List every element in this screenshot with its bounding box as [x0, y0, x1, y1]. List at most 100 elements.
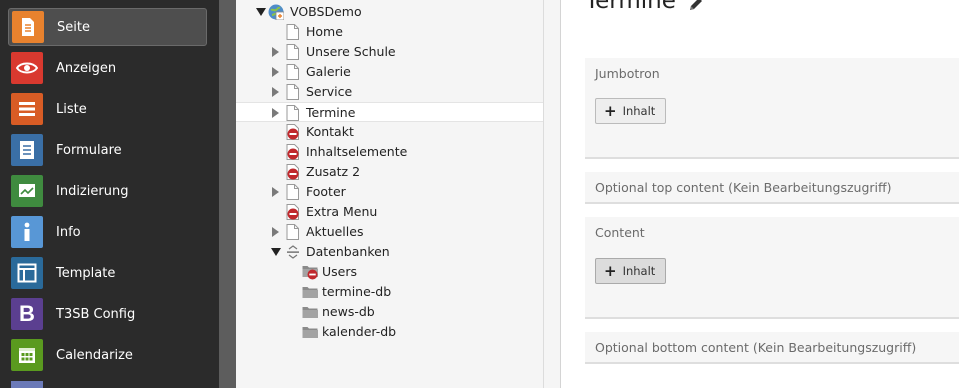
tree-node[interactable]: news-db — [236, 302, 543, 322]
tree-node-label: Footer — [306, 184, 346, 199]
template-icon — [11, 257, 43, 289]
bootstrap-icon: B — [11, 298, 43, 330]
tree-node-label: Inhaltselemente — [306, 144, 408, 159]
page-icon — [286, 184, 300, 200]
tree-node[interactable]: Footer — [236, 182, 543, 202]
module-label: Template — [56, 265, 116, 281]
tree-node-label: Kontakt — [306, 124, 354, 139]
tree-node[interactable]: Termine — [236, 102, 543, 122]
module-info[interactable]: Info — [8, 213, 207, 251]
page-icon — [286, 84, 300, 100]
tree-node-label: termine-db — [322, 284, 392, 299]
column-title: Optional bottom content (Kein Bearbeitun… — [595, 340, 917, 355]
tree-node-label: Aktuelles — [306, 224, 364, 239]
module-label: Info — [56, 224, 81, 240]
separator-icon — [286, 244, 300, 260]
tree-node[interactable]: Datenbanken — [236, 242, 543, 262]
hidden-page-icon — [286, 164, 300, 180]
module-label: Formulare — [56, 142, 122, 158]
expand-toggle[interactable] — [272, 87, 279, 97]
module-label: T3SB Config — [56, 306, 136, 322]
tree-node-label: Galerie — [306, 64, 351, 79]
page-title: Termine — [585, 0, 676, 14]
module-menu: Seite Anzeigen Liste Formulare Indizieru… — [0, 0, 219, 388]
tree-node[interactable]: Home — [236, 22, 543, 42]
site-root-icon — [268, 4, 285, 21]
expand-toggle[interactable] — [272, 47, 279, 57]
expand-toggle[interactable] — [272, 187, 279, 197]
tree-node-label: kalender-db — [322, 324, 397, 339]
page-icon — [12, 11, 44, 43]
pencil-icon[interactable] — [688, 0, 704, 12]
hidden-folder-icon — [302, 264, 318, 280]
module-calendarize[interactable]: Calendarize — [8, 336, 207, 374]
tree-node-label: Unsere Schule — [306, 44, 396, 59]
tree-node[interactable]: Unsere Schule — [236, 42, 543, 62]
tree-node[interactable]: Aktuelles — [236, 222, 543, 242]
button-label: Inhalt — [622, 104, 656, 118]
collapse-toggle[interactable] — [256, 8, 266, 16]
expand-toggle[interactable] — [272, 108, 279, 118]
add-content-button[interactable]: + Inhalt — [595, 98, 667, 124]
plus-icon: + — [604, 261, 617, 280]
tree-node-label: Termine — [306, 105, 356, 120]
module-label: Calendarize — [56, 347, 133, 363]
folder-icon — [302, 284, 318, 300]
tree-node[interactable]: kalender-db — [236, 322, 543, 342]
tree-node[interactable]: Galerie — [236, 62, 543, 82]
tree-node[interactable]: Inhaltselemente — [236, 142, 543, 162]
page-module-content: Termine Jumbotron + Inhalt Optional top … — [561, 0, 959, 388]
hidden-page-icon — [286, 144, 300, 160]
tree-scroll-divider — [543, 0, 544, 388]
page-icon — [286, 64, 300, 80]
column-content: Content + Inhalt — [585, 217, 959, 319]
page-icon — [286, 105, 300, 121]
info-icon — [11, 216, 43, 248]
module-template[interactable]: Template — [8, 254, 207, 292]
collapse-toggle[interactable] — [271, 248, 281, 256]
tree-node-label: Service — [306, 84, 353, 99]
eye-icon — [11, 52, 43, 84]
column-optional-top: Optional top content (Kein Bearbeitungsz… — [585, 172, 959, 204]
module-seite[interactable]: Seite — [8, 8, 207, 46]
column-title: Jumbotron — [595, 66, 660, 81]
expand-toggle[interactable] — [272, 227, 279, 237]
module-t3sb-config[interactable]: B T3SB Config — [8, 295, 207, 333]
column-jumbotron: Jumbotron + Inhalt — [585, 58, 959, 159]
tree-node-label: Users — [322, 264, 358, 279]
tree-node[interactable]: Kontakt — [236, 122, 543, 142]
module-anzeigen[interactable]: Anzeigen — [8, 49, 207, 87]
module-label: Indizierung — [56, 183, 129, 199]
folder-icon — [302, 304, 318, 320]
module-next-icon[interactable] — [11, 381, 43, 388]
expand-toggle[interactable] — [272, 67, 279, 77]
tree-node-label: Home — [306, 24, 343, 39]
page-icon — [286, 24, 300, 40]
module-formulare[interactable]: Formulare — [8, 131, 207, 169]
tree-node[interactable]: Users — [236, 262, 543, 282]
indexing-icon — [11, 175, 43, 207]
module-label: Anzeigen — [56, 60, 117, 76]
tree-node[interactable]: Zusatz 2 — [236, 162, 543, 182]
module-indizierung[interactable]: Indizierung — [8, 172, 207, 210]
page-icon — [286, 44, 300, 60]
hidden-page-icon — [286, 204, 300, 220]
page-icon — [286, 224, 300, 240]
tree-node-label: Datenbanken — [306, 244, 390, 259]
folder-icon — [302, 324, 318, 340]
hidden-page-icon — [286, 124, 300, 140]
module-label: Seite — [57, 19, 90, 35]
list-icon — [11, 93, 43, 125]
tree-root-label: VOBSDemo — [290, 4, 362, 19]
form-icon — [11, 134, 43, 166]
add-content-button[interactable]: + Inhalt — [595, 258, 667, 284]
module-liste[interactable]: Liste — [8, 90, 207, 128]
tree-node[interactable]: Extra Menu — [236, 202, 543, 222]
module-label: Liste — [56, 101, 87, 117]
tree-node[interactable]: termine-db — [236, 282, 543, 302]
column-optional-bottom: Optional bottom content (Kein Bearbeitun… — [585, 332, 959, 364]
panel-splitter[interactable] — [219, 0, 236, 388]
calendar-icon — [11, 339, 43, 371]
tree-root[interactable]: VOBSDemo — [236, 2, 543, 22]
tree-node[interactable]: Service — [236, 82, 543, 102]
